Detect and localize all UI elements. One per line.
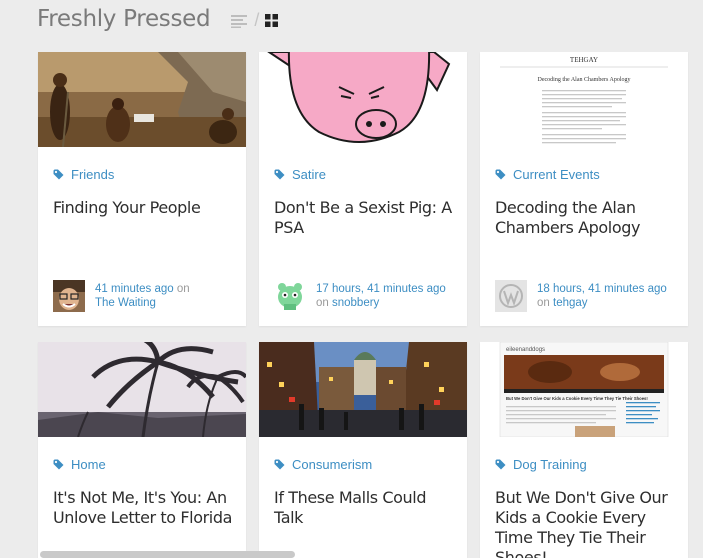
thumbnail-headline: Decoding the Alan Chambers Apology: [538, 77, 631, 83]
avatar[interactable]: [274, 280, 306, 312]
thumbnail-headline: But We Don't Give Our Kids a Cookie Ever…: [506, 396, 648, 401]
post-thumbnail[interactable]: TEHGAY Decoding the Alan Chambers Apolog…: [480, 52, 688, 147]
thumbnail-site-name: eileenanddogs: [506, 347, 545, 353]
category-link[interactable]: Home: [53, 457, 106, 472]
category-label: Friends: [71, 167, 115, 182]
category-label: Satire: [292, 167, 326, 182]
post-time-link[interactable]: 18 hours, 41 minutes ago: [537, 283, 667, 295]
post-card: eileenanddogs But We Don't Give Our Kids…: [480, 342, 688, 558]
category-label: Consumerism: [292, 457, 373, 472]
category-link[interactable]: Satire: [274, 167, 326, 182]
category-link[interactable]: Friends: [53, 167, 114, 182]
blog-link[interactable]: tehgay: [553, 297, 588, 309]
blog-link[interactable]: snobbery: [332, 297, 379, 309]
blog-link[interactable]: The Waiting: [95, 297, 156, 309]
category-link[interactable]: Dog Training: [495, 457, 587, 472]
category-label: Home: [71, 457, 106, 472]
post-meta: 18 hours, 41 minutes ago on tehgay: [495, 280, 667, 312]
page-title: Freshly Pressed: [37, 6, 211, 32]
on-label: on: [537, 297, 550, 309]
post-thumbnail[interactable]: [38, 52, 246, 147]
on-label: on: [316, 297, 329, 309]
post-time-link[interactable]: 41 minutes ago: [95, 283, 174, 295]
post-thumbnail[interactable]: [259, 52, 467, 147]
post-thumbnail[interactable]: [38, 342, 246, 437]
category-label: Current Events: [513, 167, 600, 182]
post-title[interactable]: But We Don't Give Our Kids a Cookie Ever…: [495, 488, 679, 558]
post-card: Home It's Not Me, It's You: An Unlove Le…: [38, 342, 246, 558]
post-meta: 17 hours, 41 minutes ago on snobbery: [274, 280, 446, 312]
post-thumbnail[interactable]: [259, 342, 467, 437]
post-time-link[interactable]: 17 hours, 41 minutes ago: [316, 283, 446, 295]
view-toggle: /: [231, 10, 279, 31]
post-byline: 17 hours, 41 minutes ago on snobbery: [316, 280, 446, 310]
post-card: TEHGAY Decoding the Alan Chambers Apolog…: [480, 52, 688, 326]
post-card: Consumerism If These Malls Could Talk: [259, 342, 467, 558]
category-link[interactable]: Current Events: [495, 167, 600, 182]
tag-icon: [274, 169, 285, 180]
page-header: Freshly Pressed /: [37, 4, 279, 34]
avatar[interactable]: [53, 280, 85, 312]
horizontal-scrollbar[interactable]: [40, 551, 295, 558]
grid-view-icon[interactable]: [265, 14, 279, 27]
tag-icon: [53, 459, 64, 470]
tag-icon: [53, 169, 64, 180]
post-card: Satire Don't Be a Sexist Pig: A PSA 17 h…: [259, 52, 467, 326]
post-title[interactable]: It's Not Me, It's You: An Unlove Letter …: [53, 488, 237, 528]
post-byline: 41 minutes ago on The Waiting: [95, 280, 190, 310]
on-label: on: [176, 283, 190, 295]
post-thumbnail[interactable]: eileenanddogs But We Don't Give Our Kids…: [480, 342, 688, 437]
thumbnail-site-name: TEHGAY: [570, 56, 598, 64]
tag-icon: [495, 459, 506, 470]
list-view-icon[interactable]: [231, 14, 248, 28]
post-title[interactable]: Don't Be a Sexist Pig: A PSA: [274, 198, 458, 238]
category-link[interactable]: Consumerism: [274, 457, 372, 472]
tag-icon: [274, 459, 285, 470]
wordpress-logo-icon[interactable]: [495, 280, 527, 312]
post-card: Friends Finding Your People 41 minutes a…: [38, 52, 246, 326]
post-meta: 41 minutes ago on The Waiting: [53, 280, 190, 312]
category-label: Dog Training: [513, 457, 587, 472]
tag-icon: [495, 169, 506, 180]
view-separator: /: [254, 10, 260, 30]
freshly-pressed-page: Freshly Pressed / Friends Finding Your P…: [0, 0, 703, 558]
post-byline: 18 hours, 41 minutes ago on tehgay: [537, 280, 667, 310]
post-title[interactable]: Decoding the Alan Chambers Apology: [495, 198, 679, 238]
post-title[interactable]: If These Malls Could Talk: [274, 488, 458, 528]
post-title[interactable]: Finding Your People: [53, 198, 237, 218]
